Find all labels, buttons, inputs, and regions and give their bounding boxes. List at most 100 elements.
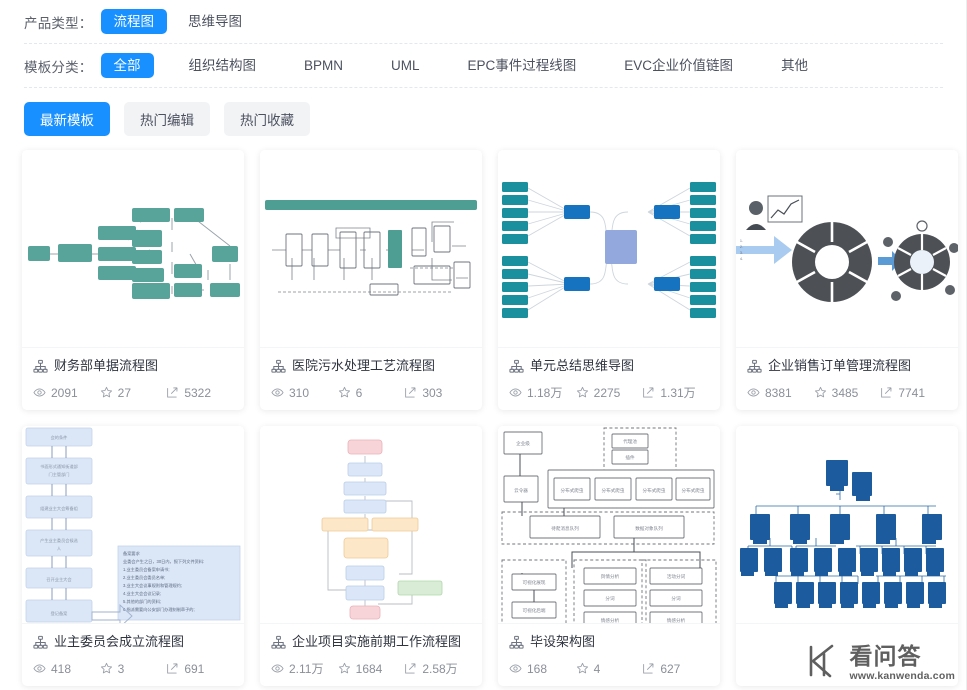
svg-text:2.: 2. (740, 245, 743, 249)
template-thumbnail (260, 426, 482, 625)
category-option-evc[interactable]: EVC企业价值链图 (611, 53, 746, 79)
category-option-epc[interactable]: EPC事件过程线图 (455, 53, 590, 79)
favorites-count: 6 (355, 385, 363, 400)
tab-popular-edits[interactable]: 热门编辑 (124, 102, 210, 136)
views-count: 2091 (51, 385, 78, 400)
architecture-preview: 企业级 云令器 代理池插件 分布式爬虫 分布式爬虫 分布式爬虫 分布式爬虫 待爬消息… (498, 426, 720, 624)
card-body: 企业销售订单管理流程图 8381 3485 7741 (736, 348, 958, 410)
star-icon (100, 662, 113, 675)
svg-text:4.业主大会会议记录;: 4.业主大会会议记录; (123, 590, 161, 597)
card-title: 财务部单据流程图 (54, 358, 159, 373)
favorites-count: 2275 (593, 385, 621, 400)
svg-text:企业级: 企业级 (516, 440, 530, 447)
template-card[interactable]: 1. 2. 3. 4. 企业销售订单管理流程图 8381 3485 7741 (736, 150, 958, 411)
svg-text:可视化展现: 可视化展现 (523, 579, 546, 586)
card-stats: 310 6 303 (271, 386, 471, 399)
card-stats: 418 3 691 (33, 662, 233, 675)
views-count: 168 (527, 661, 548, 676)
svg-text:代理池: 代理池 (623, 438, 637, 445)
stat-views: 418 (33, 662, 100, 675)
card-body: 财务部单据流程图 2091 27 5322 (22, 348, 244, 410)
eye-icon (747, 386, 760, 399)
stat-views: 168 (509, 662, 576, 675)
favorites-count: 3485 (831, 385, 859, 400)
template-thumbnail (260, 150, 482, 348)
card-title: 业主委员会成立流程图 (54, 634, 185, 650)
template-card[interactable]: 财务部单据流程图 2091 27 5322 (22, 150, 244, 411)
edit-icon (642, 386, 655, 399)
svg-text:3.: 3. (740, 251, 743, 255)
svg-text:云令器: 云令器 (514, 487, 528, 494)
stat-favorites: 27 (100, 386, 167, 399)
wastewater-process-preview (260, 150, 482, 347)
eye-icon (271, 662, 284, 675)
star-icon (100, 386, 113, 399)
stat-views: 310 (271, 386, 338, 399)
category-option-other[interactable]: 其他 (768, 53, 821, 79)
watermark-text: 看问答 www.kanwenda.com (849, 643, 955, 683)
svg-text:5.其他的部门的资料;: 5.其他的部门的资料; (123, 598, 161, 605)
teal-flowchart-preview (22, 150, 244, 347)
svg-text:分布式爬虫: 分布式爬虫 (602, 487, 625, 494)
stat-edits: 2.58万 (404, 662, 471, 675)
star-icon (576, 662, 589, 675)
template-card[interactable]: 企业级 云令器 代理池 插件 分布式爬虫 分布式爬虫 分布式爬虫 分布式爬虫 待爬消息… (498, 426, 720, 687)
card-stats: 2.11万 1684 2.58万 (271, 662, 471, 675)
svg-text:插件: 插件 (625, 454, 635, 461)
svg-text:2.业主委员会委员名单;: 2.业主委员会委员名单; (123, 574, 165, 581)
favorites-count: 4 (593, 661, 601, 676)
edit-icon (404, 662, 417, 675)
eye-icon (509, 662, 522, 675)
tab-popular-favorites[interactable]: 热门收藏 (224, 102, 310, 136)
category-option-all[interactable]: 全部 (100, 52, 154, 79)
views-count: 1.18万 (527, 385, 563, 400)
card-stats: 1.18万 2275 1.31万 (509, 386, 709, 399)
template-card[interactable]: 会的条件 书面形式通知街道部 门主管部门 组建业主大会筹备组 产生业主委员会候选人… (22, 426, 244, 687)
product-type-option-mindmap[interactable]: 思维导图 (175, 9, 255, 35)
edit-icon (880, 386, 893, 399)
template-thumbnail (736, 426, 958, 625)
card-title: 企业销售订单管理流程图 (768, 358, 912, 373)
card-body: 单元总结思维导图 1.18万 2275 1.31万 (498, 348, 720, 410)
template-thumbnail: 1. 2. 3. 4. (736, 150, 958, 348)
template-card[interactable]: 单元总结思维导图 1.18万 2275 1.31万 (498, 150, 720, 411)
template-grid: 财务部单据流程图 2091 27 5322 医院污水处理工艺流程图 310 6 … (0, 146, 967, 687)
svg-text:舆情分析: 舆情分析 (601, 573, 620, 580)
edits-count: 5322 (184, 385, 212, 400)
edits-count: 7741 (898, 385, 926, 400)
card-body: 医院污水处理工艺流程图 310 6 303 (260, 348, 482, 410)
stat-favorites: 2275 (576, 386, 643, 399)
eye-icon (509, 386, 522, 399)
template-gallery-page: 产品类型： 流程图 思维导图 模板分类： 全部 组织结构图 BPMN UML E… (0, 0, 967, 690)
category-option-uml[interactable]: UML (378, 53, 433, 79)
product-type-option-flowchart[interactable]: 流程图 (100, 8, 167, 35)
svg-text:1.业主委员会备案申请书;: 1.业主委员会备案申请书; (123, 566, 170, 573)
card-stats: 2091 27 5322 (33, 386, 233, 399)
stat-edits: 627 (642, 662, 709, 675)
stat-favorites: 1684 (338, 662, 405, 675)
category-option-bpmn[interactable]: BPMN (291, 53, 356, 79)
card-title: 医院污水处理工艺流程图 (292, 358, 436, 373)
pastel-flowchart-preview (260, 426, 482, 624)
svg-text:门主管部门: 门主管部门 (49, 471, 70, 478)
template-card[interactable]: 医院污水处理工艺流程图 310 6 303 (260, 150, 482, 411)
svg-text:活动分词: 活动分词 (667, 573, 686, 580)
views-count: 310 (289, 385, 310, 400)
template-thumbnail: 企业级 云令器 代理池 插件 分布式爬虫 分布式爬虫 分布式爬虫 分布式爬虫 待爬消息… (498, 426, 720, 625)
edits-count: 303 (422, 385, 443, 400)
category-option-org-chart[interactable]: 组织结构图 (176, 53, 270, 79)
svg-text:登记备案: 登记备案 (51, 610, 69, 617)
template-card[interactable]: 企业项目实施前期工作流程图 2.11万 1684 2.58万 (260, 426, 482, 687)
edit-icon (166, 662, 179, 675)
watermark-brand: 看问答 (849, 643, 922, 669)
favorites-count: 3 (117, 661, 125, 676)
sitemap-icon (33, 635, 48, 650)
card-body: 业主委员会成立流程图 418 3 691 (22, 624, 244, 686)
card-title: 单元总结思维导图 (530, 358, 635, 373)
tab-latest-templates[interactable]: 最新模板 (24, 102, 110, 136)
favorites-count: 1684 (355, 661, 383, 676)
star-icon (338, 662, 351, 675)
views-count: 418 (51, 661, 72, 676)
card-body: 毕设架构图 168 4 627 (498, 624, 720, 686)
sitemap-icon (33, 359, 48, 374)
